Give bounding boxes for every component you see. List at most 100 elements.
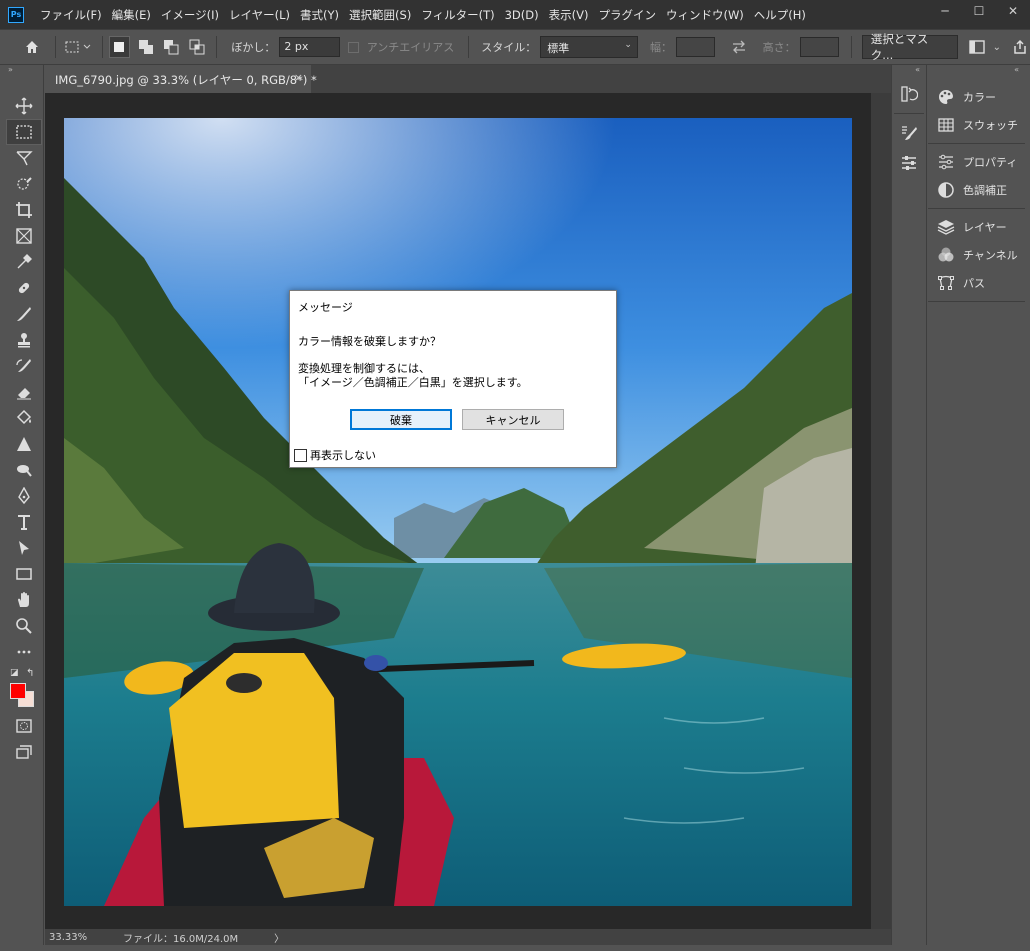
path-selection-tool-icon[interactable] bbox=[6, 535, 42, 561]
share-icon[interactable] bbox=[1011, 37, 1030, 57]
menu-file[interactable]: ファイル(F) bbox=[35, 7, 107, 23]
cancel-button[interactable]: キャンセル bbox=[462, 409, 564, 430]
panel-channels[interactable]: チャンネル bbox=[928, 241, 1025, 269]
new-selection-icon[interactable] bbox=[108, 36, 130, 58]
menu-window[interactable]: ウィンドウ(W) bbox=[661, 7, 749, 23]
tool-presets-icon[interactable] bbox=[892, 148, 926, 178]
swap-width-height-icon[interactable] bbox=[729, 37, 748, 57]
panel-properties-label: プロパティ bbox=[963, 156, 1018, 169]
eraser-tool-icon[interactable] bbox=[6, 379, 42, 405]
menu-help[interactable]: ヘルプ(H) bbox=[749, 7, 811, 23]
maximize-button[interactable]: ☐ bbox=[962, 0, 996, 22]
menu-plugins[interactable]: プラグイン bbox=[593, 7, 661, 23]
more-tools-icon[interactable] bbox=[6, 639, 42, 665]
collapse-panels-icon[interactable]: « bbox=[928, 65, 1025, 79]
style-select[interactable]: 標準 ⌄ bbox=[540, 36, 638, 58]
panel-paths[interactable]: パス bbox=[928, 269, 1025, 297]
close-window-button[interactable]: ✕ bbox=[996, 0, 1030, 22]
height-input[interactable] bbox=[799, 37, 839, 57]
menu-3d[interactable]: 3D(D) bbox=[500, 8, 544, 22]
marquee-preset-icon[interactable] bbox=[62, 37, 95, 57]
quick-selection-tool-icon[interactable] bbox=[6, 171, 42, 197]
close-tab-icon[interactable]: × bbox=[294, 71, 303, 84]
type-tool-icon[interactable] bbox=[6, 509, 42, 535]
collapse-strip-icon[interactable]: « bbox=[892, 65, 926, 79]
chevron-down-icon[interactable]: ⌄ bbox=[987, 37, 1006, 57]
menu-view[interactable]: 表示(V) bbox=[544, 7, 594, 23]
panel-paths-label: パス bbox=[963, 277, 985, 290]
paint-bucket-tool-icon[interactable] bbox=[6, 405, 42, 431]
dodge-tool-icon[interactable] bbox=[6, 457, 42, 483]
frame-tool-icon[interactable] bbox=[6, 223, 42, 249]
menu-layer[interactable]: レイヤー(L) bbox=[224, 7, 295, 23]
lasso-tool-icon[interactable] bbox=[6, 145, 42, 171]
feather-label: ぼかし： bbox=[231, 41, 276, 54]
panel-swatches[interactable]: スウォッチ bbox=[928, 111, 1025, 139]
panel-adjustments[interactable]: 色調補正 bbox=[928, 176, 1025, 204]
select-and-mask-button[interactable]: 選択とマスク... bbox=[861, 32, 958, 62]
default-colors-icon[interactable]: ◪ bbox=[10, 668, 19, 678]
zoom-level[interactable]: 33.33% bbox=[45, 932, 93, 943]
screen-mode-icon[interactable] bbox=[6, 739, 42, 765]
panel-layers-label: レイヤー bbox=[963, 221, 1007, 234]
swap-colors-icon[interactable]: ↰ bbox=[26, 668, 34, 679]
document-tab-bar: IMG_6790.jpg @ 33.3% (レイヤー 0, RGB/8*) * … bbox=[45, 65, 891, 93]
intersect-selection-icon[interactable] bbox=[187, 37, 206, 57]
panel-color[interactable]: カラー bbox=[928, 83, 1025, 111]
move-tool-icon[interactable] bbox=[6, 93, 42, 119]
adjustments-circle-icon bbox=[938, 182, 954, 198]
status-menu-arrow-icon[interactable]: 〉 bbox=[274, 930, 284, 945]
dont-show-again-label: 再表示しない bbox=[310, 449, 376, 462]
subtract-from-selection-icon[interactable] bbox=[161, 37, 180, 57]
menu-image[interactable]: イメージ(I) bbox=[156, 7, 224, 23]
dont-show-again-checkbox[interactable]: 再表示しない bbox=[294, 447, 376, 463]
dialog-info-line-2: 「イメージ／色調補正／白黒」を選択します。 bbox=[298, 376, 528, 389]
hand-tool-icon[interactable] bbox=[6, 587, 42, 613]
discard-color-dialog: メッセージ カラー情報を破棄しますか？ 変換処理を制御するには、 「イメージ／色… bbox=[289, 290, 617, 468]
collapse-tools-icon[interactable]: » bbox=[0, 65, 43, 77]
feather-input[interactable]: 2 px bbox=[279, 37, 340, 57]
menu-type[interactable]: 書式(Y) bbox=[295, 7, 344, 23]
brush-tool-icon[interactable] bbox=[6, 301, 42, 327]
right-panels: « カラー スウォッチ プロパティ 色調補正 レイヤー チャンネル パス bbox=[928, 65, 1025, 945]
photoshop-logo-icon: Ps bbox=[8, 6, 24, 23]
history-panel-icon[interactable] bbox=[892, 79, 926, 109]
minimize-button[interactable]: ─ bbox=[928, 0, 962, 22]
quick-mask-icon[interactable] bbox=[6, 713, 42, 739]
panel-properties[interactable]: プロパティ bbox=[928, 148, 1025, 176]
width-input[interactable] bbox=[675, 37, 716, 57]
add-to-selection-icon[interactable] bbox=[136, 37, 155, 57]
paths-icon bbox=[938, 275, 954, 290]
panel-icon-strip: « bbox=[891, 65, 927, 945]
healing-brush-tool-icon[interactable] bbox=[6, 275, 42, 301]
clone-stamp-tool-icon[interactable] bbox=[6, 327, 42, 353]
style-select-value: 標準 bbox=[547, 42, 570, 55]
document-tab[interactable]: IMG_6790.jpg @ 33.3% (レイヤー 0, RGB/8*) * … bbox=[45, 65, 317, 93]
layers-icon bbox=[937, 220, 955, 235]
style-label: スタイル： bbox=[481, 41, 537, 54]
menu-select[interactable]: 選択範囲(S) bbox=[344, 7, 416, 23]
crop-tool-icon[interactable] bbox=[6, 197, 42, 223]
vertical-scrollbar[interactable] bbox=[871, 93, 891, 929]
document-image[interactable] bbox=[64, 118, 852, 906]
antialias-checkbox[interactable] bbox=[347, 41, 359, 53]
foreground-color-swatch[interactable] bbox=[10, 683, 26, 699]
menu-filter[interactable]: フィルター(T) bbox=[416, 7, 499, 23]
gradient-tool-icon[interactable] bbox=[6, 431, 42, 457]
checkbox-box[interactable] bbox=[294, 448, 307, 462]
home-icon[interactable] bbox=[22, 37, 41, 57]
rectangular-marquee-tool-icon[interactable] bbox=[6, 119, 42, 145]
channels-icon bbox=[938, 247, 954, 262]
history-brush-tool-icon[interactable] bbox=[6, 353, 42, 379]
menu-edit[interactable]: 編集(E) bbox=[107, 7, 156, 23]
color-swatches: ◪ ↰ bbox=[0, 665, 44, 713]
zoom-tool-icon[interactable] bbox=[6, 613, 42, 639]
panel-group-layers: レイヤー チャンネル パス bbox=[928, 209, 1025, 302]
panel-layout-icon[interactable] bbox=[968, 37, 987, 57]
panel-layers[interactable]: レイヤー bbox=[928, 213, 1025, 241]
discard-button[interactable]: 破棄 bbox=[350, 409, 452, 430]
eyedropper-tool-icon[interactable] bbox=[6, 249, 42, 275]
rectangle-tool-icon[interactable] bbox=[6, 561, 42, 587]
brush-settings-icon[interactable] bbox=[892, 118, 926, 148]
pen-tool-icon[interactable] bbox=[6, 483, 42, 509]
